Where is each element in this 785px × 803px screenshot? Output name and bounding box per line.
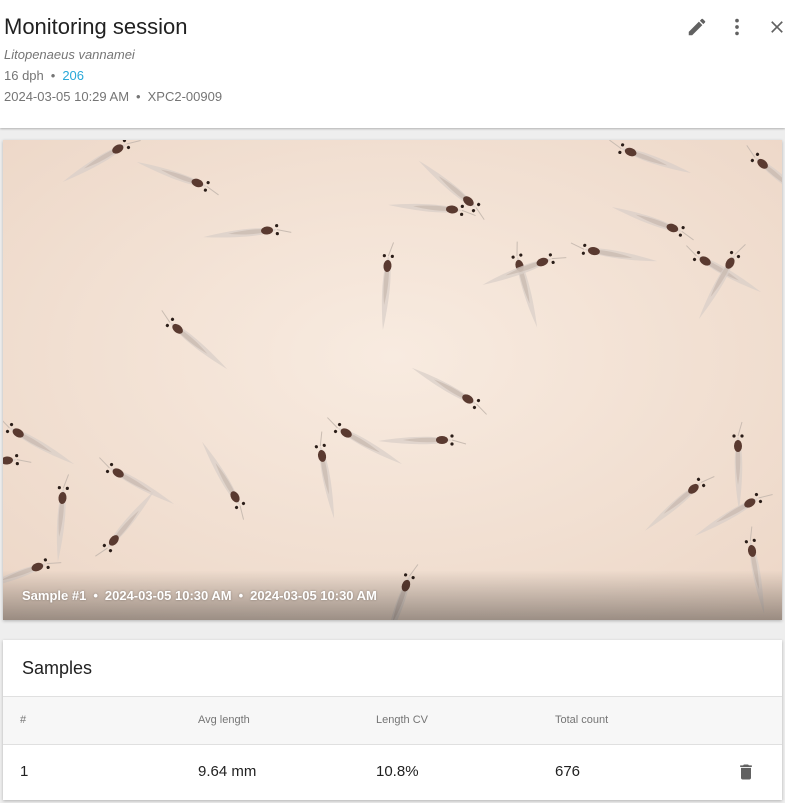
samples-title: Samples	[22, 658, 93, 678]
device-id: XPC2-00909	[147, 89, 223, 104]
separator-dot: •	[93, 588, 98, 603]
tank-link[interactable]: 206	[62, 68, 84, 83]
shrimp-larvae-photo	[3, 140, 782, 620]
page-title: Monitoring session	[4, 14, 188, 39]
separator-dot: •	[136, 89, 141, 104]
session-header: Monitoring session Litopenaeus vannamei …	[0, 0, 785, 128]
species-name: Litopenaeus vannamei	[4, 47, 135, 62]
samples-card: Samples # Avg length Length CV Total cou…	[3, 640, 782, 800]
close-button[interactable]	[765, 15, 785, 39]
column-header-index: #	[20, 714, 27, 726]
cell-length-cv: 10.8%	[376, 763, 419, 780]
more-options-button[interactable]	[725, 15, 749, 39]
cell-total-count: 676	[555, 763, 581, 780]
table-row[interactable]: 1 9.64 mm 10.8% 676	[3, 744, 782, 800]
column-header-length-cv: Length CV	[376, 714, 428, 726]
delete-sample-button[interactable]	[734, 760, 758, 784]
separator-dot: •	[50, 68, 56, 83]
age-label: 16 dph	[4, 68, 44, 83]
monitoring-session-page: Monitoring session Litopenaeus vannamei …	[0, 0, 785, 803]
column-header-avg-length: Avg length	[198, 714, 250, 726]
close-icon	[771, 21, 783, 33]
column-header-total-count: Total count	[555, 714, 609, 726]
caption-time-start: 2024-03-05 10:30 AM	[104, 588, 232, 603]
edit-button[interactable]	[685, 15, 709, 39]
caption-sample-label: Sample #1	[22, 588, 87, 603]
separator-dot: •	[238, 588, 244, 603]
trash-icon	[740, 764, 752, 780]
cell-avg-length: 9.64 mm	[198, 763, 257, 780]
table-header: # Avg length Length CV Total count	[3, 696, 782, 745]
session-meta-age-tank: 16 dph • 206	[4, 68, 84, 83]
session-datetime: 2024-03-05 10:29 AM	[4, 89, 130, 104]
cell-index: 1	[20, 763, 29, 780]
sample-image-card[interactable]: Sample #1 • 2024-03-05 10:30 AM • 2024-03-05…	[3, 140, 782, 620]
caption-time-end: 2024-03-05 10:30 AM	[250, 588, 377, 603]
more-vert-icon	[735, 18, 739, 36]
edit-icon	[688, 18, 706, 36]
session-meta-time-device: 2024-03-05 10:29 AM • XPC2-00909	[4, 89, 222, 104]
image-caption: Sample #1 • 2024-03-05 10:30 AM • 2024-03-05…	[22, 588, 377, 603]
